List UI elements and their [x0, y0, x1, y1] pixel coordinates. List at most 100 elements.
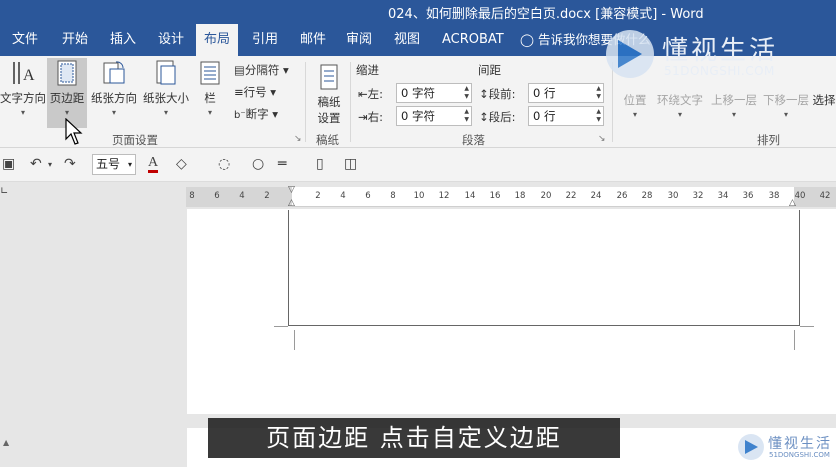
tab-review[interactable]: 审阅: [340, 24, 378, 56]
ruler-tick: 2: [264, 191, 270, 201]
group-separator: [350, 62, 351, 142]
watermark-logo-small: 懂视生活 51DONGSHI.COM: [738, 432, 830, 464]
chevron-down-icon: ▾: [783, 110, 788, 119]
indent-left-value: 0 字符: [401, 86, 435, 100]
ruler-tick: 2: [315, 191, 321, 201]
breaks-button[interactable]: ▤分隔符 ▾: [234, 62, 289, 78]
save-icon[interactable]: ▣: [2, 156, 15, 172]
manuscript-settings-button[interactable]: 稿纸 设置: [310, 64, 348, 126]
send-backward-button[interactable]: 下移一层 ▾: [760, 92, 812, 119]
play-logo-icon: [738, 434, 764, 460]
font-size-select[interactable]: 五号 ▾: [92, 154, 136, 175]
indent-right-icon: ⇥: [358, 110, 368, 124]
font-size-value: 五号: [96, 157, 121, 171]
position-button[interactable]: 位置 ▾: [618, 92, 652, 119]
size-button[interactable]: 纸张大小 ▾: [140, 60, 192, 117]
position-label: 位置: [623, 93, 647, 107]
page-setup-group-label: 页面设置: [112, 133, 158, 147]
border-icon[interactable]: ═: [278, 156, 286, 172]
line-numbers-label: 行号: [243, 85, 267, 99]
line-numbers-icon: ≡: [234, 85, 244, 99]
hanging-indent-marker-icon[interactable]: △: [288, 198, 295, 208]
ruler-tick: 34: [717, 191, 729, 201]
crop-mark: [794, 330, 795, 350]
spinner-arrows-icon[interactable]: ▲ ▼: [464, 108, 469, 124]
group-separator: [305, 62, 306, 142]
circle-shape-icon[interactable]: ○: [252, 156, 264, 172]
columns-button[interactable]: 栏 ▾: [196, 60, 224, 117]
ruler-tick: 14: [464, 191, 476, 201]
undo-icon[interactable]: ↶: [30, 156, 42, 172]
crop-mark: [800, 326, 814, 327]
hyphenation-label: 断字: [245, 107, 269, 121]
horizontal-ruler[interactable]: 8 6 4 2 2 4 6 8 10 12 14 16 18 20 22 24 …: [186, 185, 836, 208]
two-pages-icon[interactable]: ◫: [344, 156, 357, 172]
tab-mailings[interactable]: 邮件: [294, 24, 332, 56]
ruler-tick: 6: [365, 191, 371, 201]
chevron-down-icon[interactable]: ▾: [48, 160, 52, 169]
hyphenation-icon: b⁻: [234, 110, 246, 121]
dialog-launcher-icon[interactable]: ↘: [294, 134, 302, 144]
page-text-area[interactable]: [288, 210, 800, 326]
tab-references[interactable]: 引用: [246, 24, 284, 56]
ruler-tick: 28: [641, 191, 653, 201]
watermark-name: 懂视生活: [662, 36, 779, 66]
line-numbers-button[interactable]: ≡行号 ▾: [234, 84, 276, 100]
spacing-before-input[interactable]: 0 行 ▲ ▼: [528, 83, 604, 103]
ruler-tick: 16: [489, 191, 501, 201]
margins-icon: [57, 60, 77, 86]
tab-insert[interactable]: 插入: [104, 24, 142, 56]
tab-view[interactable]: 视图: [388, 24, 426, 56]
tab-acrobat[interactable]: ACROBAT: [436, 24, 510, 56]
spacing-after-value: 0 行: [533, 109, 556, 123]
indent-right-value: 0 字符: [401, 109, 435, 123]
indent-left-input[interactable]: 0 字符 ▲ ▼: [396, 83, 472, 103]
ruler-tick: 26: [616, 191, 628, 201]
select-button[interactable]: 选择: [812, 92, 836, 108]
svg-text:A: A: [23, 67, 35, 84]
indent-right-input[interactable]: 0 字符 ▲ ▼: [396, 106, 472, 126]
redo-icon[interactable]: ↷: [64, 156, 76, 172]
spinner-arrows-icon[interactable]: ▲ ▼: [464, 85, 469, 101]
hyphenation-button[interactable]: b⁻断字 ▾: [234, 106, 278, 122]
quick-access-toolbar: ▣ ↶ ▾ ↷ 五号 ▾ A ◇ ◌ ○ ═ ▯ ◫: [0, 148, 836, 182]
scroll-up-icon[interactable]: ▲: [3, 438, 9, 447]
wrap-text-button[interactable]: 环绕文字 ▾: [654, 92, 706, 119]
tab-selector-icon[interactable]: ∟: [0, 186, 14, 204]
mouse-cursor-icon: [65, 118, 83, 145]
page-icon[interactable]: ▯: [316, 156, 324, 172]
indent-title: 缩进: [356, 63, 379, 77]
spacing-before-value: 0 行: [533, 86, 556, 100]
fill-bucket-icon[interactable]: ◌: [218, 156, 230, 172]
ruler-tick: 20: [540, 191, 552, 201]
dialog-launcher-icon[interactable]: ↘: [598, 134, 606, 144]
bring-forward-button[interactable]: 上移一层 ▾: [708, 92, 760, 119]
columns-label: 栏: [204, 91, 216, 105]
spinner-arrows-icon[interactable]: ▲ ▼: [596, 108, 601, 124]
right-indent-marker-icon[interactable]: △: [789, 198, 796, 208]
shape-icon[interactable]: ◇: [176, 156, 187, 172]
spacing-after-input[interactable]: 0 行 ▲ ▼: [528, 106, 604, 126]
ruler-tick: 8: [390, 191, 396, 201]
tab-file[interactable]: 文件: [6, 24, 44, 56]
text-direction-button[interactable]: A 文字方向 ▾: [0, 60, 46, 117]
orientation-button[interactable]: 纸张方向 ▾: [88, 60, 140, 117]
lightbulb-icon: ◯: [520, 32, 534, 47]
chevron-down-icon: ▾: [677, 110, 682, 119]
margins-label: 页边距: [49, 91, 85, 105]
tab-layout[interactable]: 布局: [196, 24, 238, 56]
font-color-icon[interactable]: A: [148, 156, 159, 173]
indent-marker-icon[interactable]: ▽: [288, 185, 295, 195]
ruler-tick: 18: [514, 191, 526, 201]
orientation-label: 纸张方向: [91, 91, 137, 105]
tab-home[interactable]: 开始: [56, 24, 94, 56]
ruler-tick: 36: [742, 191, 754, 201]
paper-size-icon: [156, 60, 176, 85]
manuscript-icon: [320, 64, 338, 90]
tab-design[interactable]: 设计: [152, 24, 190, 56]
spinner-arrows-icon[interactable]: ▲ ▼: [596, 85, 601, 101]
watermark-logo: 懂视生活 51DONGSHI.COM: [600, 26, 796, 84]
chevron-down-icon: ▾: [163, 108, 168, 117]
paragraph-group-label: 段落: [462, 133, 485, 147]
spacing-before-icon: ↕: [479, 87, 489, 101]
